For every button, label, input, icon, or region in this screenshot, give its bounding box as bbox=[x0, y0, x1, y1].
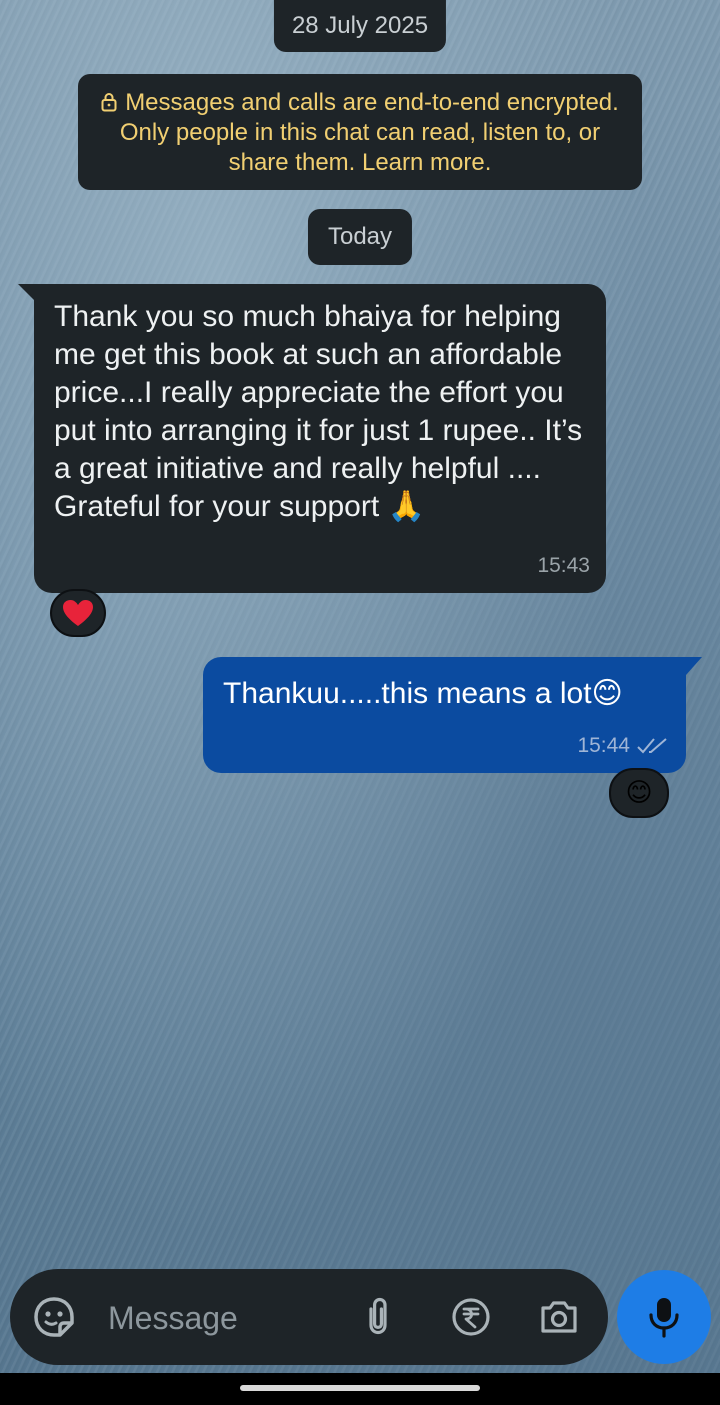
rupee-payment-icon[interactable] bbox=[447, 1293, 495, 1341]
date-label: 28 July 2025 bbox=[291, 12, 429, 39]
heart-icon bbox=[63, 600, 93, 626]
camera-icon[interactable] bbox=[535, 1293, 583, 1341]
lock-icon bbox=[101, 93, 117, 112]
smile-reaction: 😊 bbox=[625, 778, 653, 808]
system-navigation-bar bbox=[0, 1373, 720, 1405]
home-gesture-handle[interactable] bbox=[240, 1385, 480, 1391]
sticker-icon[interactable] bbox=[30, 1293, 78, 1341]
microphone-icon bbox=[649, 1298, 679, 1338]
today-pill: Today bbox=[307, 209, 413, 265]
incoming-reaction[interactable] bbox=[50, 589, 106, 637]
outgoing-bubble-tail bbox=[686, 657, 702, 675]
encryption-notice-text: Messages and calls are end-to-end encryp… bbox=[119, 89, 619, 176]
outgoing-message-time: 15:44 bbox=[577, 734, 630, 757]
message-input[interactable] bbox=[106, 1293, 360, 1343]
date-pill: 28 July 2025 bbox=[273, 0, 447, 52]
incoming-message-bubble[interactable]: Thank you so much bhaiya for helping me … bbox=[34, 284, 606, 593]
encryption-notice[interactable]: Messages and calls are end-to-end encryp… bbox=[78, 74, 642, 190]
incoming-message-text: Thank you so much bhaiya for helping me … bbox=[54, 300, 583, 523]
incoming-message-time: 15:43 bbox=[537, 554, 590, 577]
outgoing-message-bubble[interactable]: Thankuu.....this means a lot😊 15:44 bbox=[203, 657, 686, 773]
mic-button[interactable] bbox=[617, 1270, 711, 1364]
today-label: Today bbox=[327, 223, 393, 250]
outgoing-message-meta: 15:44 bbox=[577, 727, 670, 765]
double-check-icon bbox=[637, 738, 667, 754]
composer-bar bbox=[10, 1269, 608, 1365]
outgoing-message-text: Thankuu.....this means a lot😊 bbox=[223, 677, 623, 710]
attach-icon[interactable] bbox=[354, 1293, 402, 1341]
outgoing-reaction[interactable]: 😊 bbox=[609, 768, 669, 818]
